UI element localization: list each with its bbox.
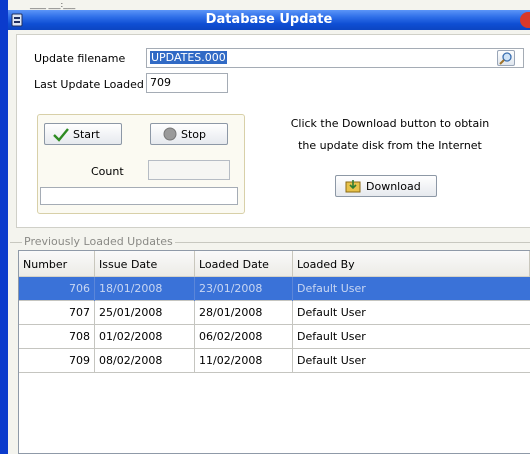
info-line-2: the update disk from the Internet: [298, 139, 482, 152]
cell-issue-date: 08/02/2008: [95, 349, 195, 373]
last-update-field[interactable]: 709: [146, 73, 228, 93]
cell-loaded-by: Default User: [297, 282, 366, 295]
info-line-1: Click the Download button to obtain: [290, 117, 490, 130]
database-update-window: ____ ___:___ Database Update Update file…: [0, 0, 530, 454]
start-label: Start: [73, 128, 100, 141]
browse-button[interactable]: [497, 50, 515, 66]
count-label: Count: [91, 165, 124, 178]
cell-number: 706: [19, 277, 95, 301]
close-icon[interactable]: [520, 12, 530, 28]
table-row[interactable]: 709 08/02/2008 11/02/2008 Default User: [19, 349, 530, 373]
window-left-edge: [0, 0, 8, 454]
search-icon: [499, 52, 512, 65]
count-field: [148, 160, 230, 180]
process-box: Start Stop Count: [37, 114, 245, 214]
filename-input[interactable]: UPDATES.000: [146, 48, 524, 68]
window-title: Database Update: [205, 12, 333, 27]
update-panel: Update filename UPDATES.000 Last Update …: [16, 34, 530, 228]
table-row[interactable]: 708 01/02/2008 06/02/2008 Default User: [19, 325, 530, 349]
filename-value: UPDATES.000: [150, 51, 227, 64]
cell-loaded-by: Default User: [297, 354, 366, 367]
download-button[interactable]: Download: [335, 175, 437, 197]
cell-issue-date: 25/01/2008: [95, 301, 195, 325]
stop-icon: [163, 127, 177, 141]
cell-number: 709: [19, 349, 95, 373]
updates-grid[interactable]: Number Issue Date Loaded Date Loaded By …: [18, 250, 530, 454]
cell-loaded-date: 06/02/2008: [195, 325, 293, 349]
checkmark-icon: [53, 128, 69, 142]
stop-label: Stop: [181, 128, 207, 141]
column-loaded-by[interactable]: Loaded By: [293, 251, 530, 277]
download-label: Download: [366, 180, 421, 193]
table-row[interactable]: 706 18/01/2008 23/01/2008 Default User: [19, 277, 530, 301]
cell-loaded-by: Default User: [297, 306, 366, 319]
cell-number: 707: [19, 301, 95, 325]
background-window-fragment: ____ ___:___: [30, 0, 76, 9]
filename-label: Update filename: [34, 52, 126, 65]
column-number[interactable]: Number: [19, 251, 95, 277]
stop-button[interactable]: Stop: [150, 123, 228, 145]
cell-issue-date: 18/01/2008: [95, 277, 195, 301]
cell-loaded-date: 23/01/2008: [195, 277, 293, 301]
grid-header: Number Issue Date Loaded Date Loaded By: [19, 251, 530, 277]
column-loaded-date[interactable]: Loaded Date: [195, 251, 293, 277]
cell-loaded-by: Default User: [297, 330, 366, 343]
cell-loaded-date: 11/02/2008: [195, 349, 293, 373]
start-button[interactable]: Start: [44, 123, 122, 145]
column-issue-date[interactable]: Issue Date: [95, 251, 195, 277]
cell-loaded-date: 28/01/2008: [195, 301, 293, 325]
title-bar[interactable]: Database Update: [8, 10, 530, 30]
cell-issue-date: 01/02/2008: [95, 325, 195, 349]
last-update-label: Last Update Loaded: [34, 78, 144, 91]
updates-legend: Previously Loaded Updates: [22, 235, 175, 248]
table-row[interactable]: 707 25/01/2008 28/01/2008 Default User: [19, 301, 530, 325]
download-icon: [345, 180, 361, 193]
cell-number: 708: [19, 325, 95, 349]
status-field: [40, 187, 238, 205]
